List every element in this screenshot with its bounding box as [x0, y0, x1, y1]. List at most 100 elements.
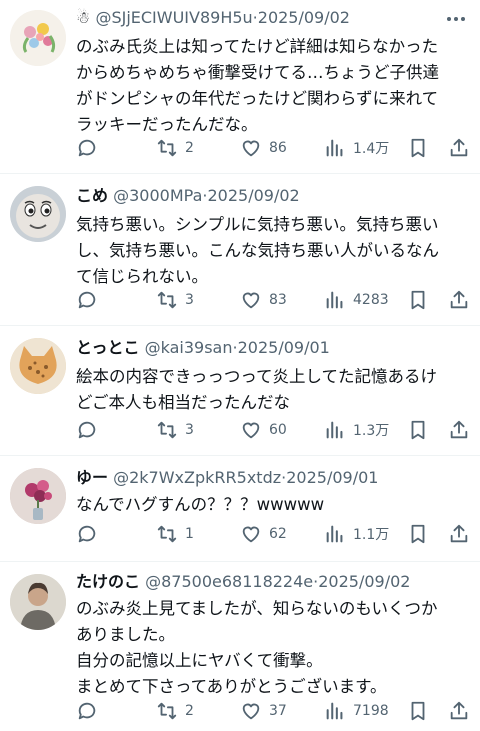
repost-button[interactable]: 1	[156, 522, 194, 546]
post-header: たけのこ @87500e68118224e·2025/09/02	[76, 570, 440, 594]
avatar[interactable]	[10, 468, 66, 524]
bookmark-button[interactable]	[407, 522, 429, 546]
repost-icon	[157, 421, 177, 439]
post-date[interactable]: 2025/09/02	[207, 186, 299, 205]
post-date[interactable]: 2025/09/02	[258, 8, 350, 27]
post-text: なんでハグすんの？？？wwwww	[76, 495, 325, 514]
share-button[interactable]	[448, 418, 470, 442]
like-count: 37	[269, 703, 287, 719]
share-icon	[450, 524, 468, 543]
post-text: のぶみ氏炎上は知ってたけど詳細は知らなかった からめちゃめちゃ衝撃受けてる…ちょ…	[76, 37, 439, 134]
post-header: ゆー @2k7WxZpkRR5xtdz·2025/09/01	[76, 466, 440, 490]
heart-icon	[242, 292, 260, 309]
heart-icon	[242, 140, 260, 157]
action-bar: 2 37 7198	[76, 699, 476, 723]
bookmark-button[interactable]	[407, 699, 429, 723]
post-date[interactable]: 2025/09/01	[286, 468, 378, 487]
post[interactable]: ☃ @SJjECIWUIV89H5u·2025/09/02 のぶみ氏炎上は知って…	[0, 0, 480, 174]
action-bar: 2 86 1.4万	[76, 136, 476, 160]
post-header: こめ @3000MPa·2025/09/02	[76, 184, 440, 208]
more-options-icon[interactable]	[446, 9, 466, 29]
bookmark-icon	[411, 420, 425, 440]
display-name[interactable]: ゆー	[76, 468, 108, 487]
handle[interactable]: @87500e68118224e	[145, 572, 313, 591]
views-chart-icon	[326, 291, 343, 309]
person-avatar-icon	[10, 574, 66, 630]
share-button[interactable]	[448, 288, 470, 312]
bookmark-button[interactable]	[407, 136, 429, 160]
views-button[interactable]: 1.3万	[324, 418, 389, 442]
share-icon	[450, 420, 468, 439]
handle[interactable]: @kai39san	[145, 338, 233, 357]
repost-count: 2	[185, 140, 194, 156]
post-date[interactable]: 2025/09/01	[238, 338, 330, 357]
like-button[interactable]: 37	[240, 699, 287, 723]
flower-vase-avatar-icon	[10, 468, 66, 524]
views-chart-icon	[326, 421, 343, 439]
share-button[interactable]	[448, 136, 470, 160]
post-header: とっとこ @kai39san·2025/09/01	[76, 336, 440, 360]
bookmark-button[interactable]	[407, 288, 429, 312]
display-name[interactable]: たけのこ	[76, 572, 140, 591]
like-count: 86	[269, 140, 287, 156]
repost-count: 1	[185, 526, 194, 542]
post[interactable]: たけのこ @87500e68118224e·2025/09/02 のぶみ炎上見て…	[0, 562, 480, 731]
reply-icon	[78, 421, 96, 439]
reply-icon	[78, 139, 96, 157]
share-icon	[450, 290, 468, 309]
display-name[interactable]: こめ	[76, 186, 108, 205]
repost-icon	[157, 139, 177, 157]
share-icon	[450, 701, 468, 720]
heart-icon	[242, 526, 260, 543]
display-name[interactable]: とっとこ	[76, 338, 140, 357]
avatar[interactable]	[10, 574, 66, 630]
views-button[interactable]: 7198	[324, 699, 389, 723]
heart-icon	[242, 422, 260, 439]
avatar[interactable]	[10, 338, 66, 394]
bookmark-button[interactable]	[407, 418, 429, 442]
post[interactable]: こめ @3000MPa·2025/09/02 気持ち悪い。シンプルに気持ち悪い。…	[0, 174, 480, 326]
reply-button[interactable]	[76, 418, 105, 442]
like-count: 62	[269, 526, 287, 542]
reply-button[interactable]	[76, 699, 105, 723]
views-chart-icon	[326, 139, 343, 157]
avatar[interactable]	[10, 186, 66, 242]
heart-icon	[242, 703, 260, 720]
handle[interactable]: @2k7WxZpkRR5xtdz	[113, 468, 281, 487]
share-button[interactable]	[448, 699, 470, 723]
view-count: 1.4万	[353, 141, 390, 157]
action-bar: 1 62 1.1万	[76, 522, 476, 546]
views-chart-icon	[326, 525, 343, 543]
like-button[interactable]: 83	[240, 288, 287, 312]
reply-button[interactable]	[76, 136, 105, 160]
like-button[interactable]: 86	[240, 136, 287, 160]
reply-icon	[78, 291, 96, 309]
like-button[interactable]: 60	[240, 418, 287, 442]
views-button[interactable]: 1.4万	[324, 136, 389, 160]
post[interactable]: ゆー @2k7WxZpkRR5xtdz·2025/09/01 なんでハグすんの？…	[0, 456, 480, 562]
like-button[interactable]: 62	[240, 522, 287, 546]
reply-button[interactable]	[76, 288, 105, 312]
handle[interactable]: @SJjECIWUIV89H5u	[95, 8, 252, 27]
repost-button[interactable]: 2	[156, 699, 194, 723]
display-name[interactable]: ☃	[76, 8, 90, 27]
repost-button[interactable]: 3	[156, 288, 194, 312]
views-button[interactable]: 4283	[324, 288, 389, 312]
views-button[interactable]: 1.1万	[324, 522, 389, 546]
handle[interactable]: @3000MPa	[113, 186, 202, 205]
reply-icon	[78, 702, 96, 720]
repost-count: 2	[185, 703, 194, 719]
share-button[interactable]	[448, 522, 470, 546]
repost-icon	[157, 291, 177, 309]
post[interactable]: とっとこ @kai39san·2025/09/01 絵本の内容できっっつって炎上…	[0, 326, 480, 456]
action-bar: 3 83 4283	[76, 288, 476, 312]
avatar[interactable]	[10, 10, 66, 66]
reply-button[interactable]	[76, 522, 105, 546]
repost-button[interactable]: 3	[156, 418, 194, 442]
post-text: 絵本の内容できっっつって炎上してた記憶あるけ どご本人も相当だったんだな	[76, 367, 438, 412]
post-date[interactable]: 2025/09/02	[318, 572, 410, 591]
view-count: 1.3万	[353, 423, 390, 439]
post-text: のぶみ炎上見てましたが、知らないのもいくつか ありました。 自分の記憶以上にヤバ…	[76, 599, 438, 696]
repost-icon	[157, 702, 177, 720]
repost-button[interactable]: 2	[156, 136, 194, 160]
